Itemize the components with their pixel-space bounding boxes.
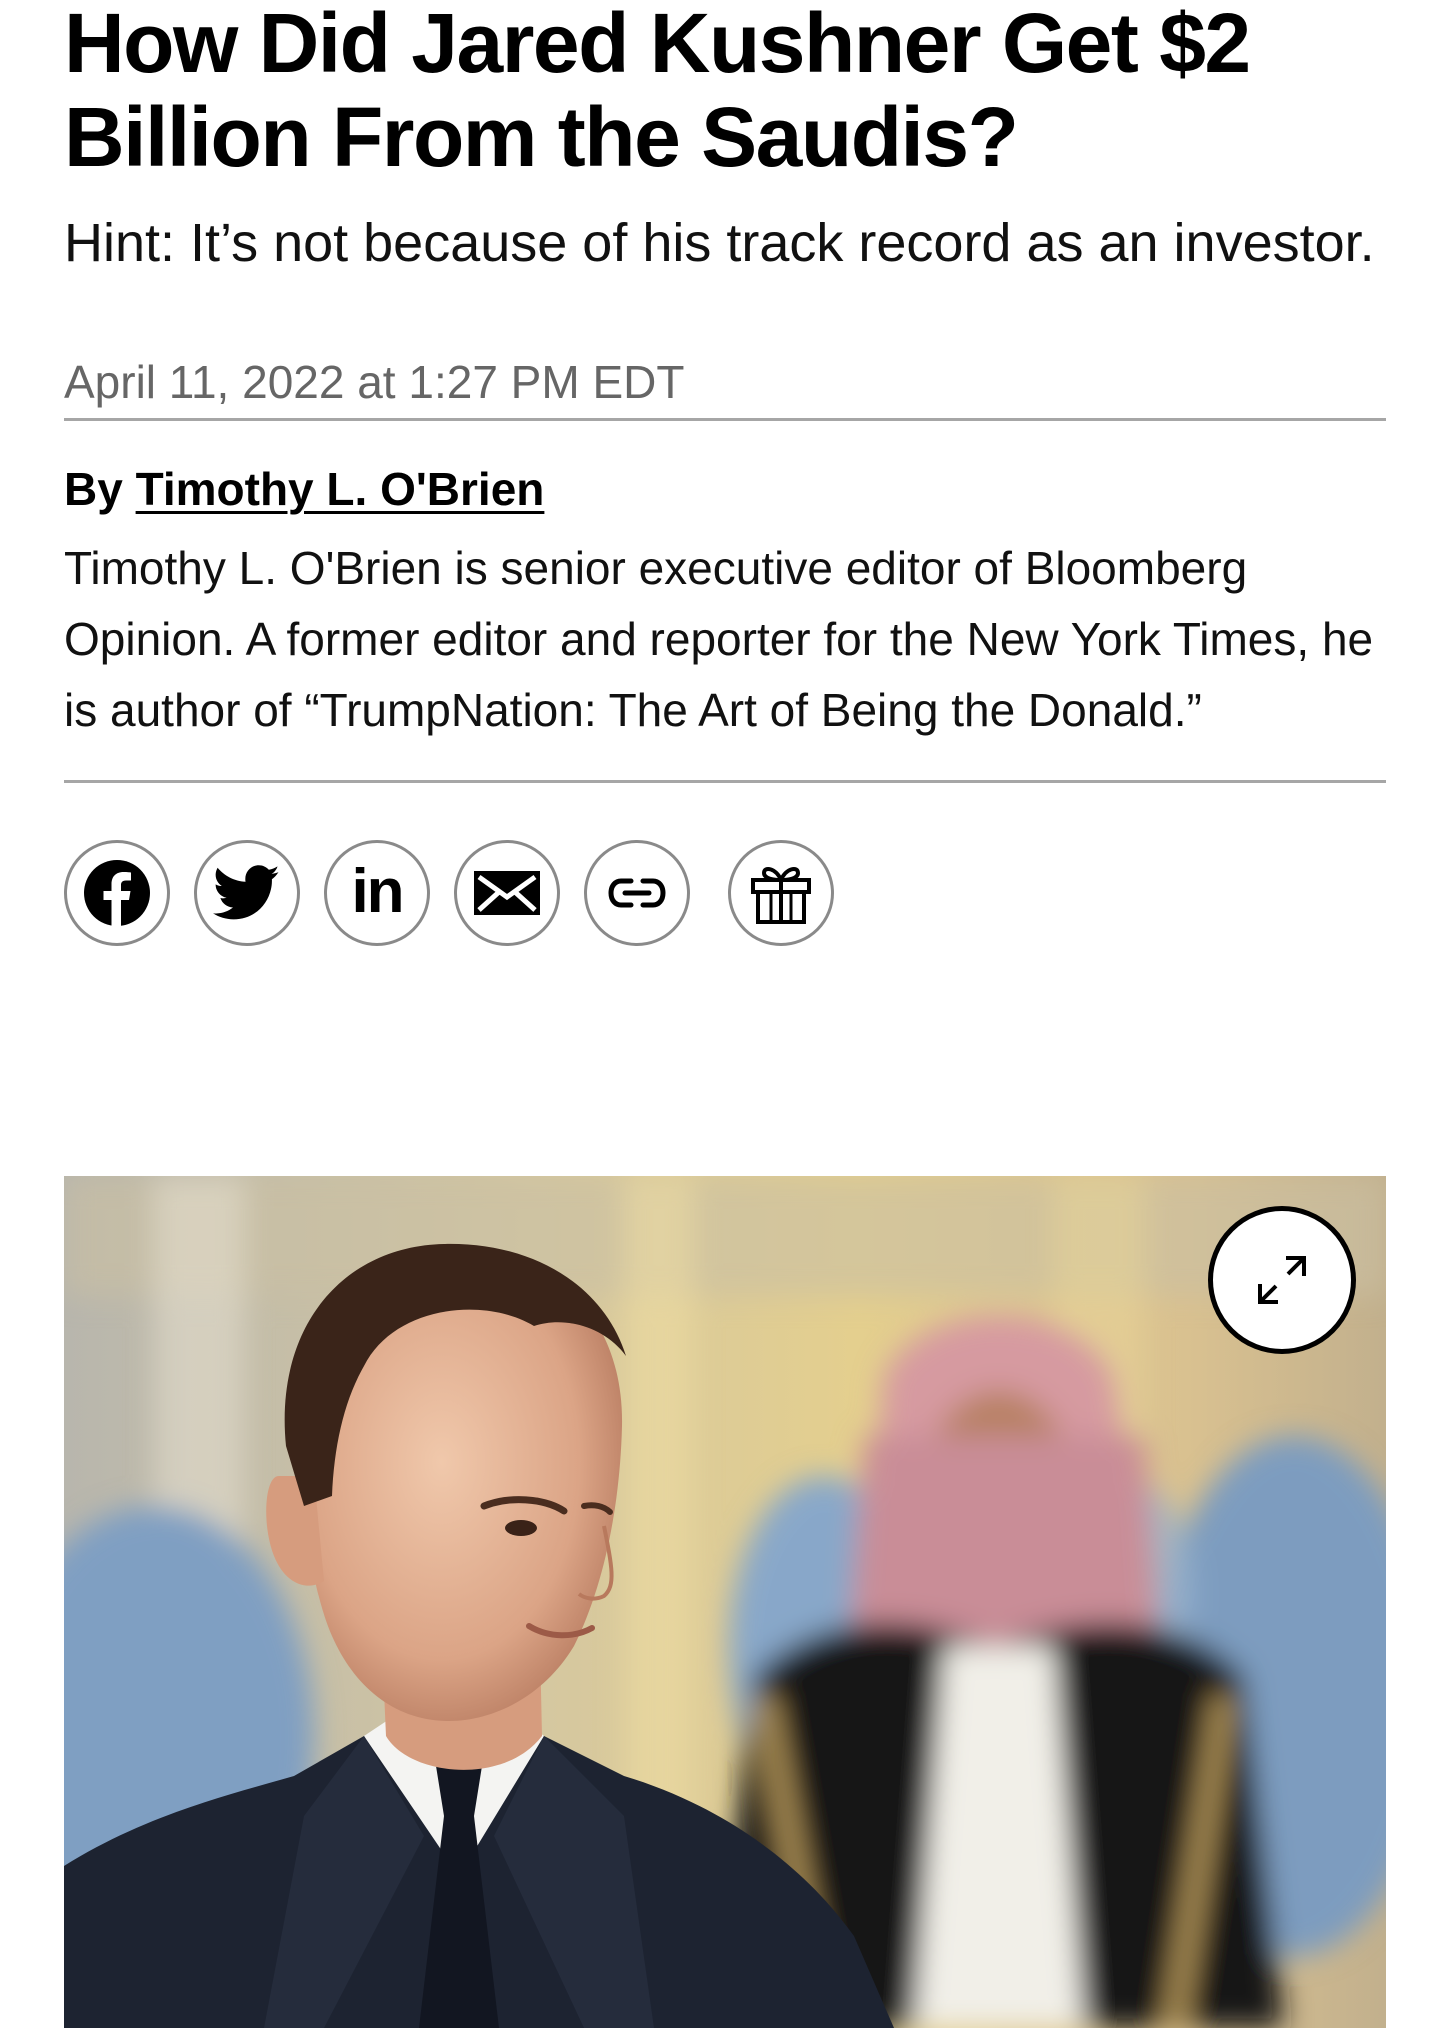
share-email-button[interactable] (454, 840, 560, 946)
byline: By Timothy L. O'Brien (64, 461, 1386, 517)
share-linkedin-button[interactable]: in (324, 840, 430, 946)
gift-icon (751, 866, 811, 924)
facebook-icon (84, 860, 150, 926)
gift-article-button[interactable] (728, 840, 834, 946)
hero-image (64, 1176, 1386, 2028)
dek: Hint: It’s not because of his track reco… (64, 213, 1375, 273)
headline: How Did Jared Kushner Get $2 Billion Fro… (64, 0, 1251, 184)
share-bar: in (64, 837, 1386, 949)
expand-icon (1258, 1256, 1306, 1304)
share-facebook-button[interactable] (64, 840, 170, 946)
author-link[interactable]: Timothy L. O'Brien (136, 463, 545, 515)
hero-photo (64, 1176, 1386, 2028)
timestamp: April 11, 2022 at 1:27 PM EDT (64, 354, 1386, 421)
article: How Did Jared Kushner Get $2 Billion Fro… (64, 0, 1386, 949)
twitter-icon (213, 865, 280, 920)
share-twitter-button[interactable] (194, 840, 300, 946)
copy-link-button[interactable] (584, 840, 690, 946)
link-icon (608, 878, 666, 908)
expand-image-button[interactable] (1208, 1206, 1356, 1354)
author-bio: Timothy L. O'Brien is senior executive e… (64, 533, 1386, 783)
linkedin-icon: in (351, 856, 404, 926)
email-icon (474, 871, 540, 915)
byline-prefix: By (64, 463, 123, 515)
